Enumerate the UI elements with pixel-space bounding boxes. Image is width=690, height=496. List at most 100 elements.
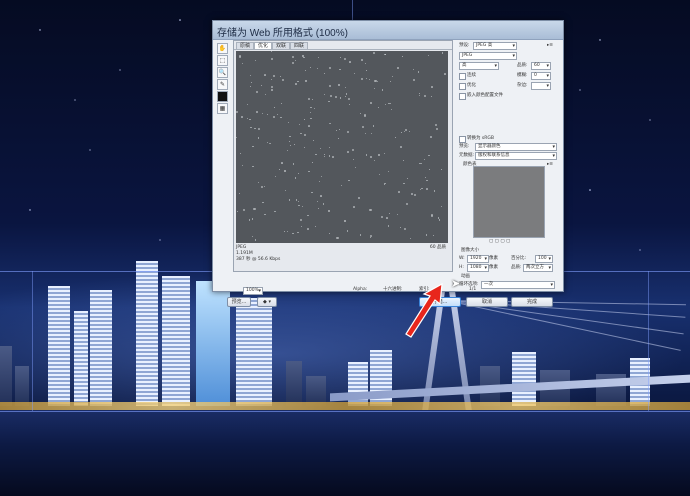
- snow-speck: [320, 175, 322, 178]
- snow-speck: [441, 51, 444, 54]
- cancel-button[interactable]: 取消: [466, 297, 508, 307]
- snow-speck: [284, 170, 286, 172]
- preview-button[interactable]: 预览...: [227, 297, 251, 307]
- snow-speck: [241, 116, 243, 119]
- alpha-label: Alpha:: [353, 287, 368, 292]
- preset-select[interactable]: JPEG 高: [473, 42, 517, 50]
- loop-label: 循环选项:: [459, 282, 479, 287]
- snow-speck: [344, 86, 347, 89]
- image-size-label: 图像大小: [461, 248, 479, 253]
- snow-speck: [430, 214, 433, 217]
- snow-speck: [249, 118, 251, 120]
- tools-palette: ✋ ⬚ 🔍 ✎ ▦: [217, 42, 229, 114]
- snow-speck: [369, 234, 372, 237]
- snow-speck: [310, 66, 311, 68]
- snow-speck: [283, 230, 285, 232]
- snow-speck: [381, 89, 384, 92]
- color-swatch-icon[interactable]: [217, 91, 228, 102]
- building: [196, 281, 230, 406]
- snow-speck: [288, 199, 291, 201]
- tab-optimized[interactable]: 优化: [254, 42, 273, 50]
- color-table-tools[interactable]: ▢ ▢ ▢ ▢: [489, 238, 510, 245]
- snow-speck: [377, 107, 379, 109]
- snow-speck: [304, 146, 306, 148]
- convert-srgb-checkbox[interactable]: [459, 136, 466, 143]
- format-select[interactable]: JPEG: [459, 52, 517, 60]
- snow-speck: [257, 137, 260, 139]
- snow-speck: [238, 55, 242, 58]
- optimized-checkbox[interactable]: [459, 83, 466, 90]
- optimized-preview-image[interactable]: [236, 51, 448, 243]
- progressive-checkbox[interactable]: [459, 73, 466, 80]
- quality-label: 品质:: [517, 63, 528, 68]
- snow-speck: [307, 214, 309, 217]
- loop-select[interactable]: 一次: [481, 281, 555, 289]
- mouse-cursor-icon: ➤: [451, 277, 461, 290]
- guide-line: [0, 411, 690, 412]
- snow-speck: [392, 76, 393, 77]
- toggle-slices-icon[interactable]: ▦: [217, 103, 228, 114]
- snow-speck: [417, 71, 420, 73]
- height-input[interactable]: 1080: [467, 264, 489, 272]
- quality-preset-select[interactable]: 高: [459, 62, 499, 70]
- snow-speck: [260, 185, 263, 189]
- hand-tool-icon[interactable]: ✋: [217, 43, 228, 54]
- quality-input[interactable]: 60: [531, 62, 551, 70]
- embed-profile-label: 嵌入颜色配置文件: [467, 93, 503, 98]
- matte-select[interactable]: [531, 82, 551, 90]
- browser-select-button[interactable]: ◆ ▾: [257, 297, 277, 307]
- blur-input[interactable]: 0: [531, 72, 551, 80]
- zoom-tool-icon[interactable]: 🔍: [217, 67, 228, 78]
- width-input[interactable]: 1920: [467, 255, 489, 263]
- metadata-select[interactable]: 版权和联系信息: [475, 152, 557, 160]
- snow-speck: [338, 84, 340, 86]
- preview-select[interactable]: 显示器颜色: [475, 143, 557, 151]
- snow-speck: [349, 60, 352, 63]
- snow-speck: [301, 206, 303, 208]
- snow-speck: [413, 78, 415, 81]
- snow-speck: [236, 136, 238, 138]
- snow-speck: [420, 162, 422, 164]
- snow-speck: [273, 74, 276, 77]
- snow-speck: [435, 123, 438, 126]
- snow-speck: [433, 235, 434, 236]
- guide-line: [352, 0, 353, 20]
- tab-original[interactable]: 原稿: [236, 42, 255, 50]
- embed-profile-checkbox[interactable]: [459, 93, 466, 100]
- snow-speck: [336, 237, 339, 240]
- slice-select-icon[interactable]: ⬚: [217, 55, 228, 66]
- snow-speck: [298, 201, 300, 203]
- snow-speck: [412, 68, 414, 71]
- optimize-menu-icon[interactable]: ▸≡: [547, 42, 553, 49]
- snow-speck: [334, 95, 337, 98]
- snow-speck: [366, 154, 368, 156]
- eyedropper-icon[interactable]: ✎: [217, 79, 228, 90]
- snow-speck: [310, 111, 312, 113]
- snow-speck: [248, 218, 251, 221]
- snow-speck: [289, 141, 291, 142]
- snow-speck: [378, 173, 381, 176]
- tab-4-up[interactable]: 四联: [290, 42, 309, 50]
- done-button[interactable]: 完成: [511, 297, 553, 307]
- snow-speck: [281, 78, 284, 81]
- snow-speck: [313, 139, 315, 141]
- snow-speck: [252, 165, 254, 167]
- snow-speck: [401, 132, 402, 134]
- dialog-title: 存储为 Web 所用格式 (100%): [217, 28, 348, 39]
- tab-2-up[interactable]: 双联: [272, 42, 291, 50]
- snow-speck: [369, 208, 372, 211]
- color-table-menu-icon[interactable]: ▸≡: [547, 161, 553, 168]
- dialog-titlebar[interactable]: 存储为 Web 所用格式 (100%): [213, 21, 563, 40]
- snow-speck: [306, 227, 309, 230]
- snow-speck: [284, 190, 286, 192]
- snow-speck: [366, 78, 368, 80]
- snow-speck: [262, 201, 264, 204]
- snow-speck: [385, 216, 388, 219]
- snow-speck: [403, 227, 406, 230]
- snow-speck: [316, 67, 319, 70]
- snow-speck: [389, 103, 391, 105]
- zoom-select[interactable]: 100%: [243, 287, 263, 295]
- percent-input[interactable]: 100: [535, 255, 553, 263]
- snow-speck: [339, 56, 341, 58]
- resample-select[interactable]: 两次立方: [523, 264, 553, 272]
